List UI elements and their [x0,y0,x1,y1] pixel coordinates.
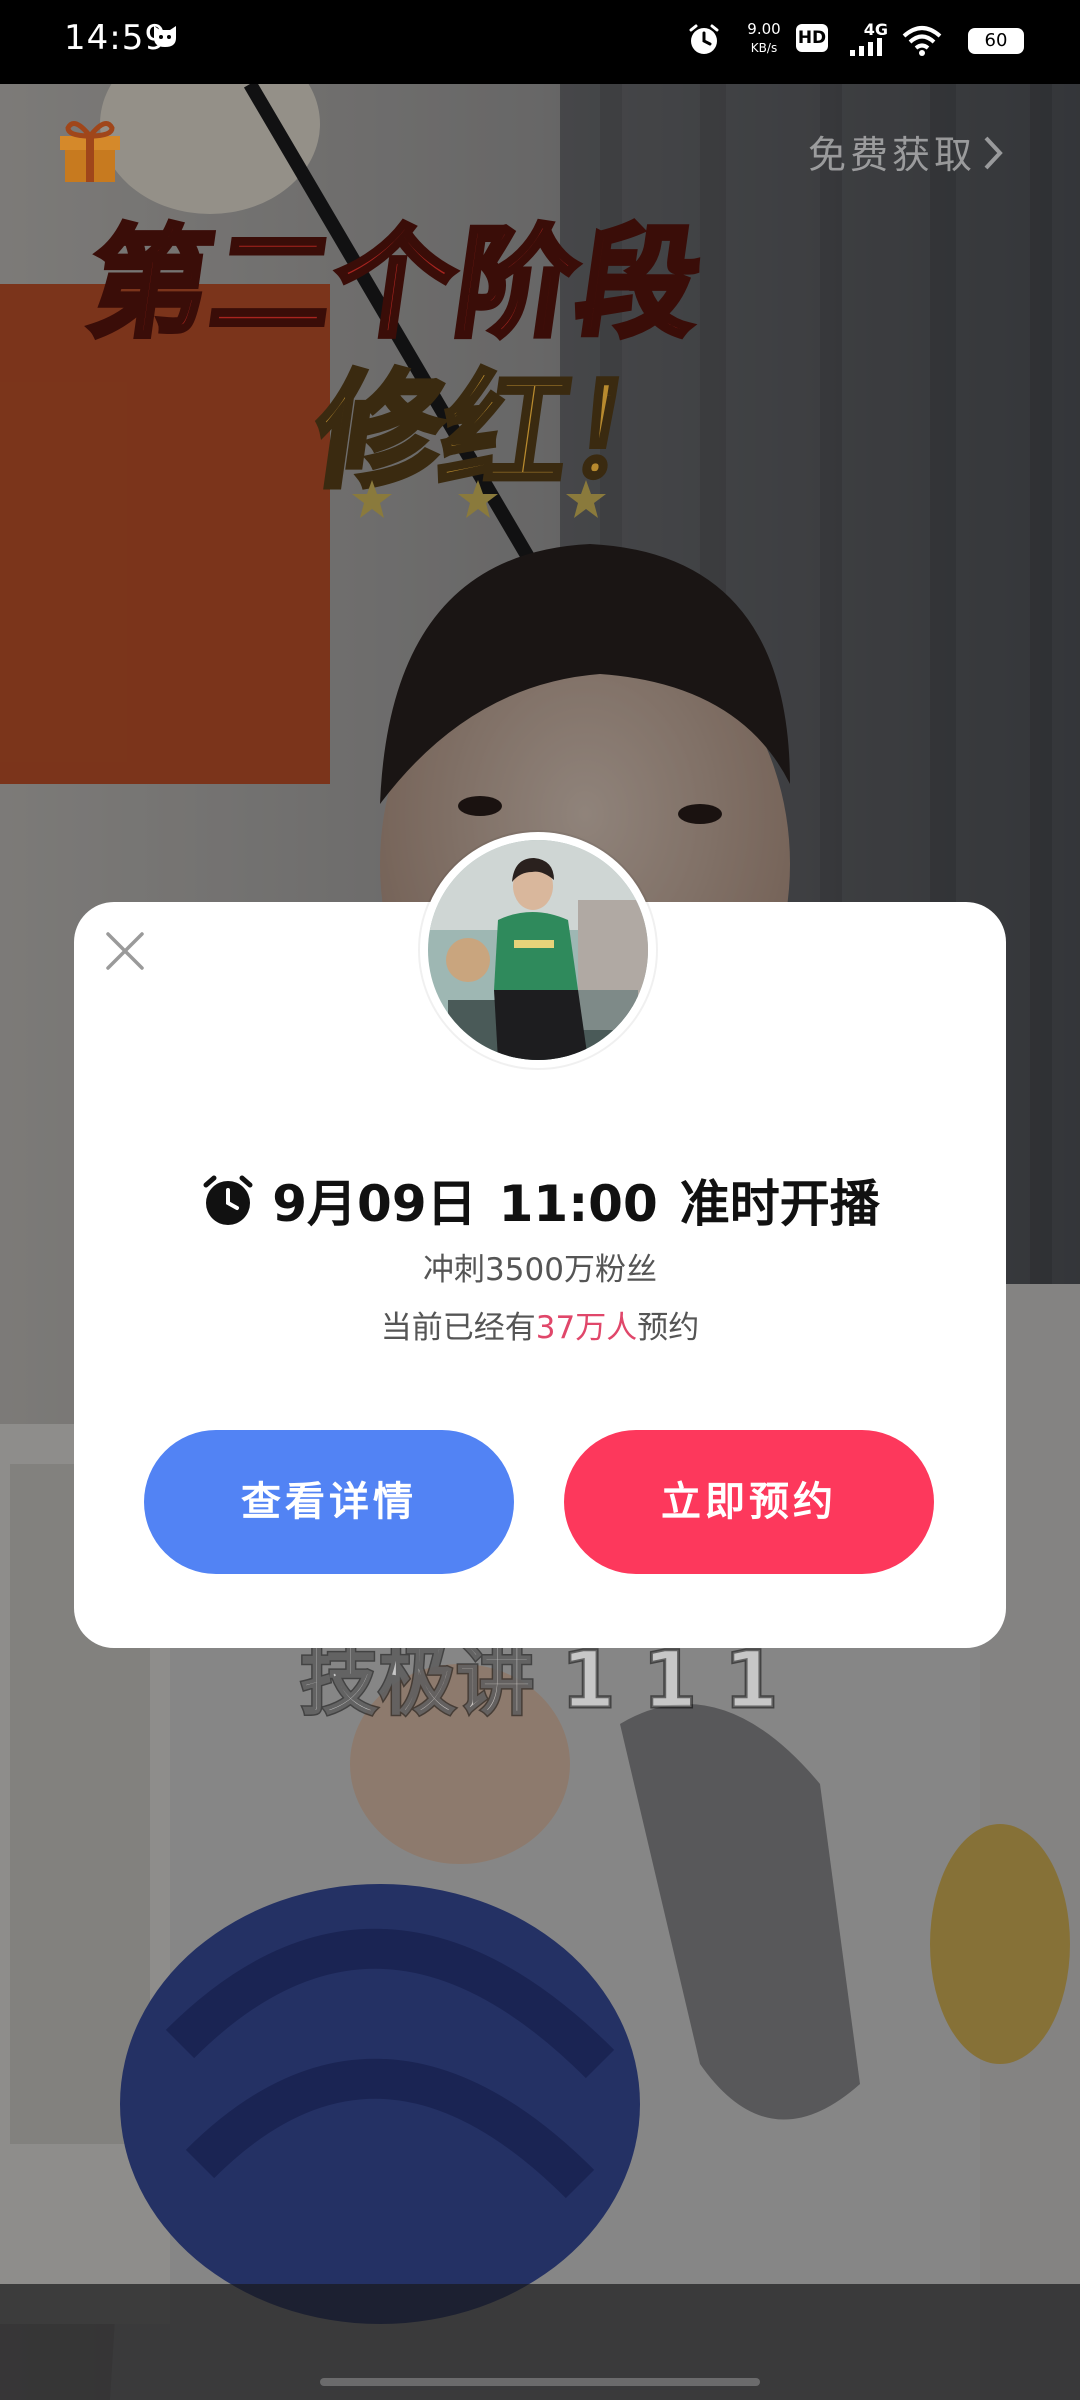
gift-icon[interactable] [54,112,126,188]
reserve-now-button[interactable]: 立即预约 [564,1430,934,1574]
stars-decoration-icon [350,478,610,526]
alarm-clock-icon [200,1173,256,1241]
avatar[interactable] [420,832,656,1068]
reservation-count-text: 当前已经有37万人预约 [74,1302,1006,1347]
live-schedule-suffix: 准时开播 [679,1175,880,1233]
reserved-suffix: 预约 [637,1310,700,1346]
view-details-button[interactable]: 查看详情 [144,1430,514,1574]
chevron-right-icon [982,134,1004,181]
hd-badge: HD [796,24,828,52]
app-notification-icon [150,20,180,54]
live-schedule-headline: 9月09日 11:00 准时开播 [74,1164,1006,1241]
live-date: 9月09日 [272,1175,477,1233]
screen: 14:59 9.00 KB/s HD 4G 60 免费获取 第二个阶段 修红！ … [0,0,1080,2400]
free-get-link[interactable]: 免费获取 [808,124,1004,181]
live-time: 11:00 [498,1175,658,1233]
reserved-count: 37万人 [535,1310,638,1346]
live-reservation-modal: 9月09日 11:00 准时开播 冲刺3500万粉丝 当前已经有37万人预约 查看详… [74,832,1006,1648]
free-get-label: 免费获取 [807,133,976,177]
home-indicator[interactable] [320,2378,760,2386]
net-speed-value: 9.00 [747,20,781,38]
close-button[interactable] [100,926,150,976]
fan-goal-text: 冲刺3500万粉丝 [423,1252,657,1288]
battery-icon: 60 [968,28,1024,54]
close-icon [106,932,144,970]
wifi-icon [900,24,944,62]
avatar-image [428,840,648,1060]
alarm-status-icon [686,22,722,62]
net-speed: 9.00 KB/s [744,20,784,57]
reserved-prefix: 当前已经有 [380,1310,536,1346]
net-speed-unit: KB/s [750,41,778,55]
status-bar: 14:59 9.00 KB/s HD 4G 60 [0,0,1080,84]
signal-icon [848,38,888,60]
network-type: 4G [863,20,888,39]
